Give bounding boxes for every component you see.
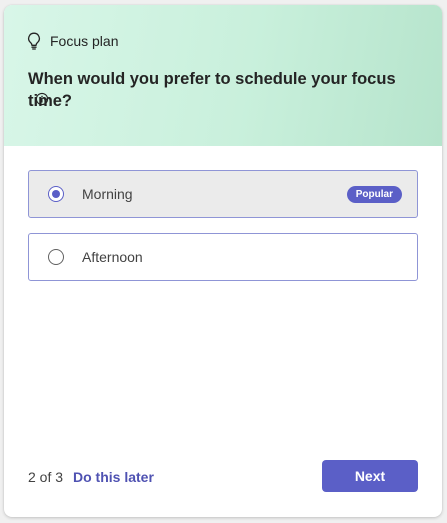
question-text: When would you prefer to schedule your f… xyxy=(28,70,396,110)
do-this-later-link[interactable]: Do this later xyxy=(73,468,154,486)
next-button[interactable]: Next xyxy=(322,460,418,492)
eyebrow-label: Focus plan xyxy=(50,33,119,49)
popular-badge: Popular xyxy=(346,186,402,203)
radio-afternoon[interactable] xyxy=(48,249,64,265)
radio-morning[interactable] xyxy=(48,186,64,202)
step-progress: 2 of 3 xyxy=(28,469,64,485)
info-icon[interactable] xyxy=(35,92,49,106)
option-morning[interactable]: Morning Popular xyxy=(28,170,418,218)
option-afternoon[interactable]: Afternoon xyxy=(28,233,418,281)
option-label: Afternoon xyxy=(82,249,143,265)
card-header: Focus plan When would you prefer to sche… xyxy=(4,5,442,146)
radio-selected-dot xyxy=(52,190,60,198)
focus-plan-card: Focus plan When would you prefer to sche… xyxy=(4,5,442,517)
lightbulb-icon xyxy=(26,32,42,50)
eyebrow: Focus plan xyxy=(26,31,118,51)
option-label: Morning xyxy=(82,186,133,202)
